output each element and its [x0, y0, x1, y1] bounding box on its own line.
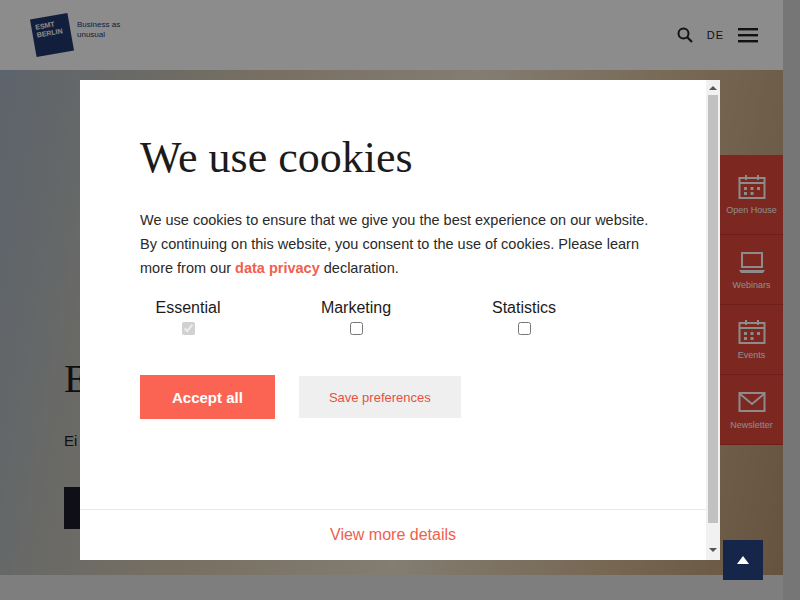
dialog-scrollbar[interactable]: [706, 80, 720, 560]
page: ESMT BERLINBusiness as unusualDEEEiOpen …: [0, 0, 800, 600]
cookie-dialog-content: We use cookies We use cookies to ensure t…: [80, 80, 706, 560]
save-preferences-button[interactable]: Save preferences: [299, 376, 461, 418]
cookie-dialog-text: We use cookies to ensure that we give yo…: [140, 208, 666, 280]
scrollbar-thumb[interactable]: [708, 95, 718, 523]
cookie-option[interactable]: Marketing: [272, 298, 440, 335]
scroll-down-icon[interactable]: [709, 548, 717, 552]
cookie-dialog-footer: View more details: [80, 509, 706, 560]
cookie-dialog-title: We use cookies: [140, 132, 666, 184]
cookie-option-checkbox[interactable]: [350, 322, 363, 335]
data-privacy-link[interactable]: data privacy: [235, 260, 320, 276]
cookie-option: Essential: [104, 298, 272, 335]
cookie-option[interactable]: Statistics: [440, 298, 608, 335]
cookie-option-checkbox[interactable]: [518, 322, 531, 335]
view-details-link[interactable]: View more details: [330, 526, 456, 544]
accept-all-button[interactable]: Accept all: [140, 375, 275, 419]
cookie-option-checkbox: [182, 322, 195, 335]
cookie-dialog-body: We use cookies We use cookies to ensure t…: [80, 80, 706, 509]
cookie-options: EssentialMarketingStatistics: [104, 298, 666, 335]
cookie-dialog: We use cookies We use cookies to ensure t…: [80, 80, 720, 560]
scroll-up-icon[interactable]: [709, 86, 717, 90]
cookie-buttons: Accept all Save preferences: [140, 375, 666, 419]
arrow-up-icon: [737, 556, 749, 564]
scroll-to-top-button[interactable]: [723, 540, 763, 580]
